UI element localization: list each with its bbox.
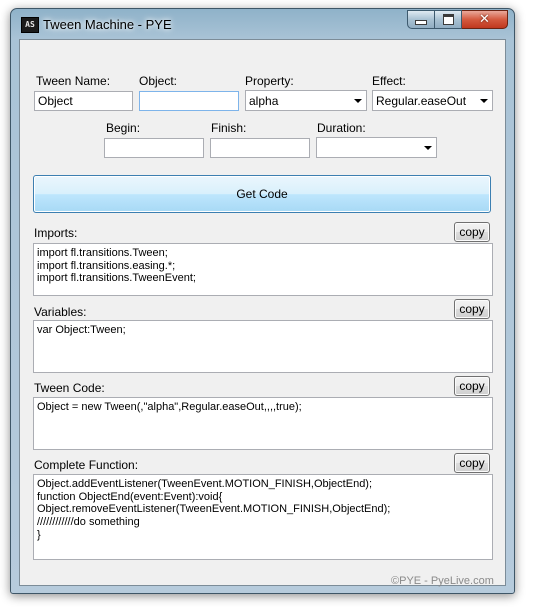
finish-label: Finish: <box>211 121 247 135</box>
begin-input[interactable] <box>104 138 204 158</box>
complete-function-textarea[interactable]: Object.addEventListener(TweenEvent.MOTIO… <box>33 474 493 560</box>
tween-name-label: Tween Name: <box>36 74 111 88</box>
copy-complete-function-button[interactable]: copy <box>454 453 490 473</box>
variables-label: Variables: <box>34 305 87 319</box>
maximize-button[interactable] <box>435 10 462 29</box>
tween-code-label: Tween Code: <box>34 381 105 395</box>
property-select[interactable]: alpha <box>245 90 367 111</box>
object-input[interactable] <box>139 91 239 111</box>
window-title: Tween Machine - PYE <box>43 17 172 32</box>
begin-label: Begin: <box>106 121 141 135</box>
chevron-down-icon <box>424 146 432 150</box>
effect-select[interactable]: Regular.easeOut <box>372 90 493 111</box>
close-button[interactable]: ✕ <box>462 10 508 29</box>
finish-input[interactable] <box>210 138 310 158</box>
tween-code-textarea[interactable]: Object = new Tween(,"alpha",Regular.ease… <box>33 397 493 450</box>
duration-select[interactable] <box>316 137 437 158</box>
effect-select-value: Regular.easeOut <box>376 94 467 108</box>
imports-label: Imports: <box>34 226 78 240</box>
variables-textarea[interactable]: var Object:Tween; <box>33 320 493 373</box>
get-code-button[interactable]: Get Code <box>33 175 491 213</box>
chevron-down-icon <box>480 99 488 103</box>
copy-imports-button[interactable]: copy <box>454 222 490 242</box>
close-icon: ✕ <box>479 12 490 27</box>
maximize-icon <box>442 14 454 25</box>
complete-function-label: Complete Function: <box>34 458 139 472</box>
effect-label: Effect: <box>372 74 406 88</box>
copy-variables-button[interactable]: copy <box>454 299 490 319</box>
object-label: Object: <box>139 74 178 88</box>
duration-label: Duration: <box>317 121 366 135</box>
minimize-button[interactable] <box>407 10 435 29</box>
app-window: AS Tween Machine - PYE ✕ Tween Name: Obj… <box>10 8 515 594</box>
property-select-value: alpha <box>249 94 279 108</box>
property-label: Property: <box>245 74 294 88</box>
caption-buttons: ✕ <box>407 10 508 29</box>
tween-name-input[interactable]: Object <box>34 91 133 111</box>
imports-textarea[interactable]: import fl.transitions.Tween; import fl.t… <box>33 243 493 296</box>
app-icon: AS <box>21 17 39 33</box>
minimize-icon <box>415 20 427 25</box>
copy-tween-code-button[interactable]: copy <box>454 376 490 396</box>
footer-credit: ©PYE - PyeLive.com <box>391 575 494 587</box>
title-bar[interactable]: AS Tween Machine - PYE ✕ <box>11 9 514 39</box>
chevron-down-icon <box>354 99 362 103</box>
